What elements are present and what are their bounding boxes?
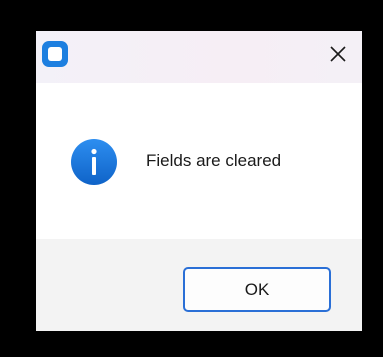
info-icon [70,138,118,186]
screen-background: Fields are cleared OK [0,0,383,357]
title-bar [36,31,362,83]
message-dialog: Fields are cleared OK [36,31,362,331]
close-button[interactable] [314,31,362,77]
app-icon [41,40,69,68]
close-icon [330,46,346,62]
dialog-footer: OK [36,239,362,331]
dialog-message: Fields are cleared [146,151,282,170]
ok-button[interactable]: OK [183,267,331,312]
dialog-content: Fields are cleared [36,83,362,239]
